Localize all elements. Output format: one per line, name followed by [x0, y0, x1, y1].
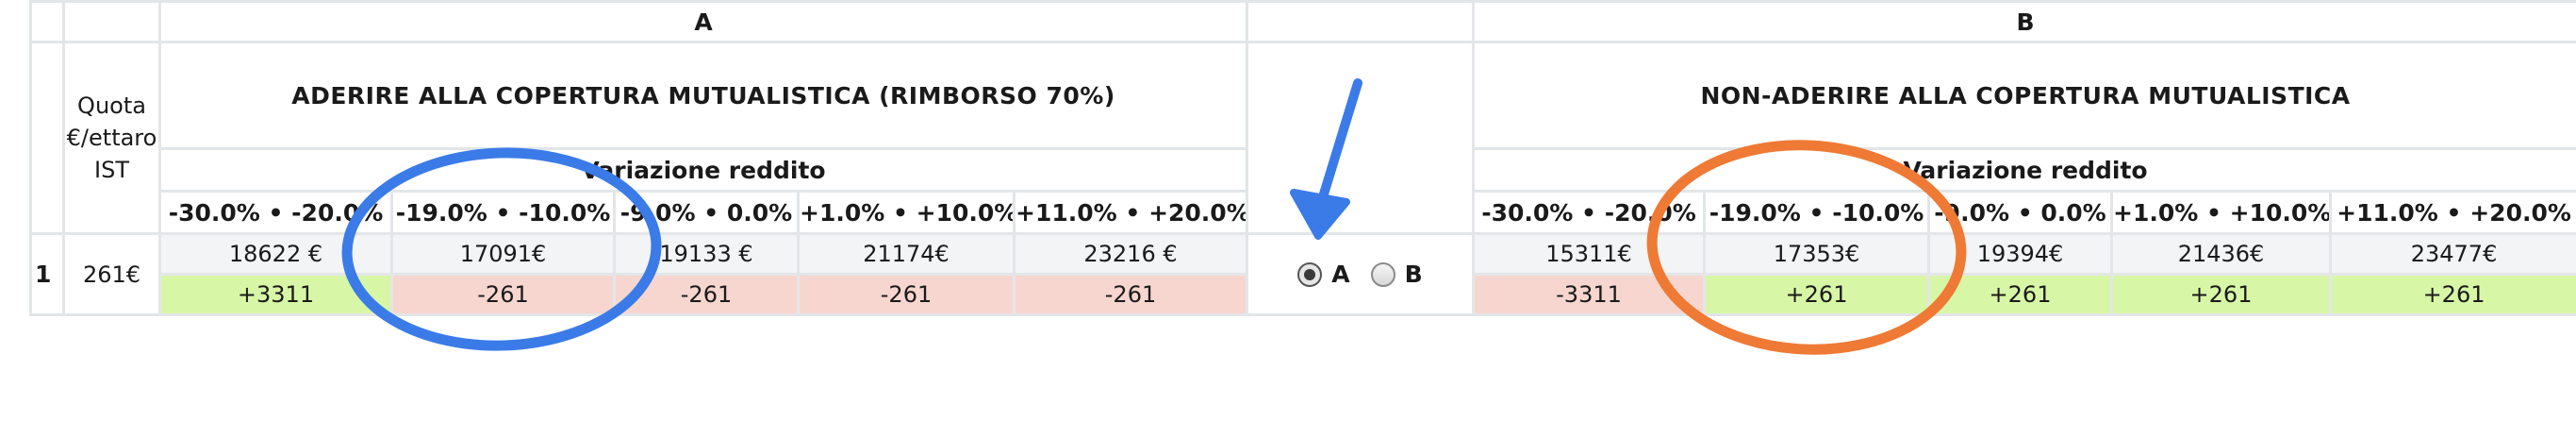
b-delta-5: +261 — [2329, 273, 2576, 316]
b-value-4: 21436€ — [2110, 232, 2333, 276]
a-range-5: +11.0% • +20.0% — [1012, 190, 1249, 235]
rownum-header-empty — [29, 41, 65, 235]
row-quota: 261€ — [62, 232, 161, 316]
choice-header-space — [1246, 41, 1476, 235]
option-b-title: NON-ADERIRE ALLA COPERTURA MUTUALISTICA — [1472, 41, 2576, 150]
b-range-1: -30.0% • -20.0% — [1472, 190, 1707, 235]
comparison-table-container: A B Quota €/ettaro IST ADERIRE ALLA COPE… — [29, 0, 2576, 316]
b-range-3: -9.0% • 0.0% — [1927, 190, 2114, 235]
b-range-2: -19.0% • -10.0% — [1703, 190, 1931, 235]
b-delta-3: +261 — [1927, 273, 2114, 316]
b-value-1: 15311€ — [1472, 232, 1707, 276]
b-range-5: +11.0% • +20.0% — [2329, 190, 2576, 235]
b-value-5: 23477€ — [2329, 232, 2576, 276]
choice-cell: A B — [1246, 232, 1476, 316]
a-value-5: 23216 € — [1012, 232, 1249, 276]
a-delta-4: -261 — [797, 273, 1016, 316]
a-range-1: -30.0% • -20.0% — [158, 190, 393, 235]
option-a-header: A — [157, 0, 1249, 43]
option-a-radio-text: A — [1331, 261, 1350, 288]
a-range-4: +1.0% • +10.0% — [797, 190, 1016, 235]
a-value-1: 18622 € — [158, 232, 393, 276]
option-b-variation-label: Variazione reddito — [1472, 147, 2576, 193]
corner-cell — [29, 0, 65, 43]
a-range-3: -9.0% • 0.0% — [613, 190, 800, 235]
option-b-radio[interactable] — [1370, 261, 1395, 287]
option-b-header: B — [1472, 0, 2576, 43]
option-a-radio-label[interactable]: A — [1297, 261, 1350, 288]
option-b-radio-text: B — [1404, 261, 1423, 288]
a-delta-3: -261 — [613, 273, 800, 316]
b-value-2: 17353€ — [1703, 232, 1931, 276]
b-delta-2: +261 — [1703, 273, 1931, 316]
a-value-2: 17091€ — [390, 232, 616, 276]
a-value-3: 19133 € — [613, 232, 800, 276]
b-range-4: +1.0% • +10.0% — [2110, 190, 2333, 235]
option-a-radio[interactable] — [1297, 261, 1323, 287]
b-value-3: 19394€ — [1927, 232, 2114, 276]
b-delta-1: -3311 — [1472, 273, 1707, 316]
option-a-variation-label: Variazione reddito — [157, 147, 1249, 193]
a-delta-5: -261 — [1012, 273, 1249, 316]
a-delta-1: +3311 — [158, 273, 393, 316]
quota-header: Quota €/ettaro IST — [62, 41, 161, 235]
quota-header-empty — [62, 0, 161, 43]
choice-radio-group: A B — [1250, 261, 1471, 288]
comparison-table: A B Quota €/ettaro IST ADERIRE ALLA COPE… — [29, 0, 2576, 316]
a-range-2: -19.0% • -10.0% — [390, 190, 616, 235]
choice-header-empty — [1246, 0, 1476, 43]
option-b-radio-label[interactable]: B — [1370, 261, 1423, 288]
option-a-title: ADERIRE ALLA COPERTURA MUTUALISTICA (RIM… — [157, 41, 1249, 150]
a-delta-2: -261 — [390, 273, 616, 316]
row-number: 1 — [29, 232, 65, 316]
b-delta-4: +261 — [2110, 273, 2333, 316]
a-value-4: 21174€ — [797, 232, 1016, 276]
